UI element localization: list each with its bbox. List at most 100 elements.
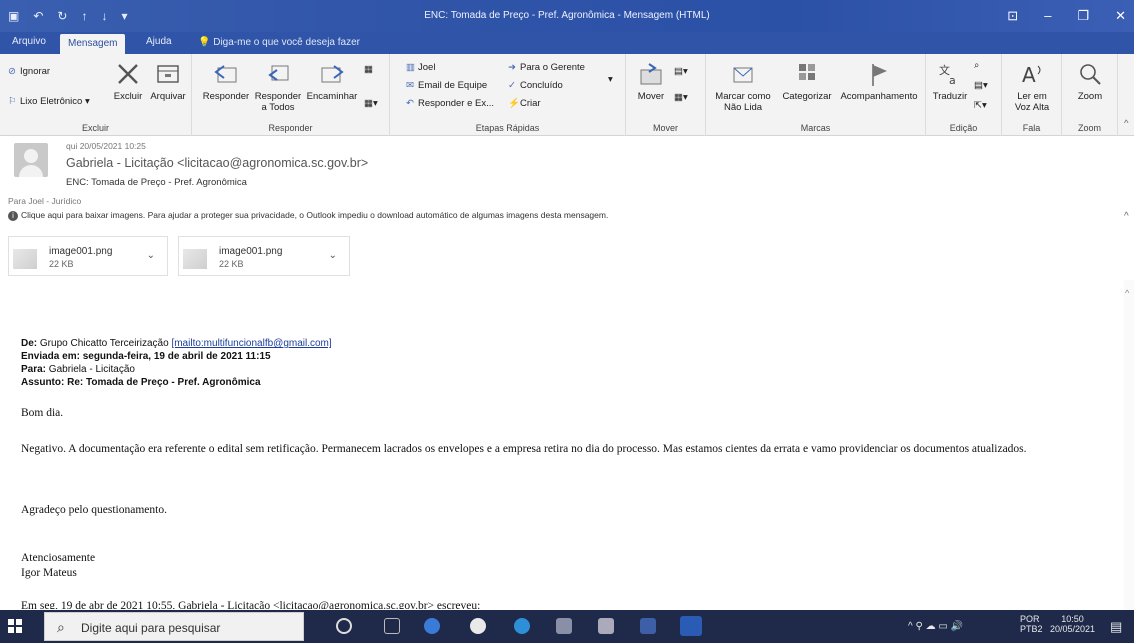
ribbon-display-icon[interactable]: ⊡ (1007, 8, 1018, 24)
flag-icon (872, 64, 887, 86)
mailto-link[interactable]: [mailto:multifuncionalfb@gmail.com] (171, 338, 331, 349)
quick-step-icon: ▥ (406, 62, 415, 73)
outlook-icon[interactable] (680, 616, 702, 636)
download-images-infobar[interactable]: i Clique aqui para baixar imagens. Para a… (8, 210, 608, 221)
window-title: ENC: Tomada de Preço - Pref. Agronômica … (424, 10, 710, 21)
quick-step-responder-excluir[interactable]: ↶ Responder e Ex... (406, 98, 494, 109)
quick-step-criar[interactable]: ⚡Criar (508, 98, 541, 109)
cortana-icon[interactable] (336, 618, 352, 634)
quick-step-joel[interactable]: ▥ Joel (406, 62, 435, 73)
junk-icon: ⚐ (8, 96, 17, 107)
meeting-icon: ▦ (364, 64, 373, 75)
tab-ajuda[interactable]: Ajuda (146, 36, 172, 47)
restore-icon[interactable]: ❐ (1077, 8, 1089, 24)
select-icon: ⇱▾ (974, 100, 987, 111)
word-icon[interactable] (640, 618, 656, 634)
related-button[interactable]: ▤▾ (974, 80, 988, 91)
closing: Atenciosamente (21, 552, 96, 564)
group-fala: A Ler em Voz Alta Fala (1002, 54, 1062, 136)
fwd-para: Para: Gabriela - Licitação (21, 364, 135, 375)
group-mover: Mover ▤▾ ▦▾ Mover (626, 54, 706, 136)
categorizar-button[interactable]: Categorizar (778, 60, 836, 102)
arquivar-button[interactable]: Arquivar (146, 60, 190, 102)
reply-icon (214, 65, 237, 83)
more-respond-button[interactable]: ▦ (364, 64, 373, 75)
group-responder: Responder Responder a Todos Encaminhar ▦ … (192, 54, 390, 136)
team-email-icon: ✉ (406, 80, 414, 91)
traduzir-button[interactable]: 文a Traduzir (932, 60, 968, 102)
minimize-icon[interactable]: – (1044, 8, 1051, 24)
move-icon (640, 63, 662, 85)
scroll-up-icon[interactable]: ^ (1125, 288, 1129, 298)
responder-todos-button[interactable]: Responder a Todos (252, 60, 304, 113)
chevron-down-icon: ▾ (608, 74, 613, 85)
store-icon[interactable] (598, 618, 614, 634)
collapse-header-icon[interactable]: ^ (1124, 211, 1129, 222)
delete-icon (118, 64, 138, 84)
windows-start-icon[interactable] (8, 619, 22, 633)
fwd-de: De: Grupo Chicatto Terceirização [mailto… (21, 338, 332, 349)
ler-em-voz-alta-button[interactable]: A Ler em Voz Alta (1008, 60, 1056, 113)
ribbon: ⊘ Ignorar ⚐ Lixo Eletrônico ▾ Excluir Arqu… (0, 54, 1134, 136)
zoom-button[interactable]: Zoom (1068, 60, 1112, 102)
tell-me-box[interactable]: 💡 Diga-me o que você deseja fazer (198, 37, 360, 48)
chevron-down-icon[interactable]: ⌄ (329, 250, 337, 261)
tray-icons[interactable]: ^ ⚲ ☁ ▭ 🔊 (908, 621, 963, 632)
attachment-2[interactable]: image001.png 22 KB ⌄ (178, 236, 350, 276)
edge-icon[interactable] (424, 618, 440, 634)
quick-step-concluido[interactable]: ✓ Concluído (508, 80, 563, 91)
rules-button[interactable]: ▤▾ (674, 66, 688, 77)
select-button[interactable]: ⇱▾ (974, 100, 987, 111)
lixo-eletronico-button[interactable]: ⚐ Lixo Eletrônico ▾ (8, 96, 90, 107)
chevron-down-icon[interactable]: ⌄ (147, 250, 155, 261)
ignorar-button[interactable]: ⊘ Ignorar (8, 66, 50, 77)
info-icon: i (8, 211, 18, 221)
quoted-header: Em seg, 19 de abr de 2021 10:55, Gabriel… (21, 600, 481, 609)
ribbon-tabs: Arquivo Mensagem Ajuda 💡 Diga-me o que v… (0, 32, 1134, 54)
quick-step-para-gerente[interactable]: ➜ Para o Gerente (508, 62, 585, 73)
tab-mensagem[interactable]: Mensagem (60, 34, 126, 54)
taskbar-search-box[interactable]: ⌕ Digite aqui para pesquisar (44, 612, 304, 641)
scrollbar[interactable]: ^ (1124, 280, 1134, 610)
acompanhamento-button[interactable]: Acompanhamento (836, 60, 922, 102)
task-view-icon[interactable] (384, 618, 400, 634)
chrome-icon[interactable] (470, 618, 486, 634)
more-icon: ▦▾ (364, 98, 378, 109)
marcar-nao-lida-button[interactable]: Marcar como Não Lida (712, 60, 774, 113)
notifications-icon[interactable]: ▤ (1110, 619, 1122, 635)
svg-text:A: A (1022, 63, 1036, 87)
forward-icon (321, 65, 344, 83)
create-icon: ⚡ (508, 98, 520, 109)
responder-button[interactable]: Responder (200, 60, 252, 102)
quick-steps-scroll[interactable]: ▾ (608, 74, 613, 85)
fwd-assunto: Assunto: Re: Tomada de Preço - Pref. Agr… (21, 377, 261, 388)
message-body: De: Grupo Chicatto Terceirização [mailto… (0, 286, 1124, 609)
more-options-button[interactable]: ▦▾ (364, 98, 378, 109)
encaminhar-button[interactable]: Encaminhar (304, 60, 360, 102)
onenote-button[interactable]: ▦▾ (674, 92, 688, 103)
message-header: qui 20/05/2021 10:25 Gabriela - Licitaçã… (0, 137, 1134, 237)
reply-delete-icon: ↶ (406, 98, 414, 109)
group-etapas-rapidas: ▥ Joel ✉ Email de Equipe ↶ Responder e Ex..… (390, 54, 626, 136)
file-explorer-icon[interactable] (556, 618, 572, 634)
group-zoom: Zoom Zoom (1062, 54, 1118, 136)
mover-button[interactable]: Mover (634, 60, 668, 102)
excluir-button[interactable]: Excluir (110, 60, 146, 102)
window-controls: ⊡ – ❐ ✕ (1007, 8, 1126, 24)
quick-step-email-equipe[interactable]: ✉ Email de Equipe (406, 80, 487, 91)
message-from[interactable]: Gabriela - Licitação <licitacao@agronomi… (66, 156, 368, 170)
close-icon[interactable]: ✕ (1115, 8, 1126, 24)
group-edicao: 文a Traduzir ⌕ ▤▾ ⇱▾ Edição (926, 54, 1002, 136)
ignore-icon: ⊘ (8, 66, 16, 77)
lightbulb-icon: 💡 (198, 37, 214, 48)
browser-icon[interactable] (514, 618, 530, 634)
tab-arquivo[interactable]: Arquivo (12, 36, 46, 47)
image-thumbnail-icon (13, 249, 37, 269)
find-button[interactable]: ⌕ (974, 60, 979, 71)
language-indicator[interactable]: POR PTB2 (1020, 614, 1043, 634)
signature: Igor Mateus (21, 567, 77, 579)
attachment-1[interactable]: image001.png 22 KB ⌄ (8, 236, 168, 276)
clock[interactable]: 10:50 20/05/2021 (1050, 614, 1095, 634)
collapse-ribbon-icon[interactable]: ^ (1124, 118, 1128, 129)
message-subject: ENC: Tomada de Preço - Pref. Agronômica (66, 177, 247, 188)
